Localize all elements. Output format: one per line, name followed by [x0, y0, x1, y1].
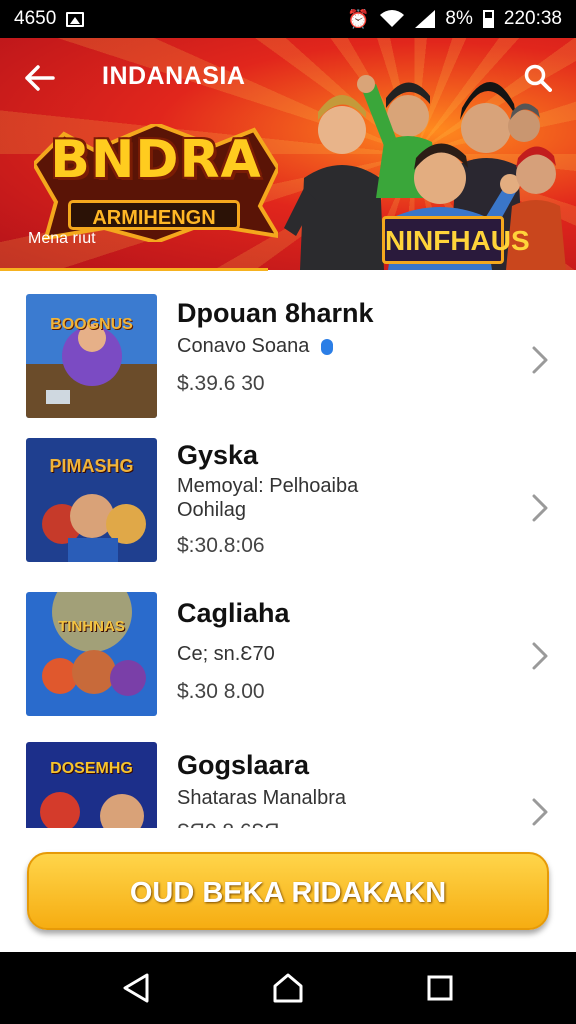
list-item[interactable]: BOOGNUS Dpouan 8harnk Conavo Soana $.39.… — [0, 272, 576, 422]
chevron-right-icon[interactable] — [528, 344, 552, 376]
item-title: Cagliaha — [177, 598, 290, 628]
thumbnail-label: PIMASHG — [49, 456, 134, 476]
nav-recents-icon — [427, 975, 453, 1001]
hero-tab-indicator — [0, 268, 268, 271]
nav-home-icon — [273, 973, 303, 1003]
signal-icon — [415, 10, 436, 28]
back-arrow-icon — [25, 65, 55, 91]
thumbnail-label: TINHNAS — [58, 618, 125, 635]
list-item[interactable]: PIMASHG Gyska Memoyal: Pelhoaiba Oohilag… — [0, 422, 576, 572]
item-subtitle: Shataras Manalbra — [177, 787, 346, 809]
hero-caption: Mena rıut — [28, 230, 96, 247]
item-subtitle-line: Conavo Soana — [177, 335, 310, 357]
item-subtitle: Memoyal: Pelhoaiba Oohilag — [177, 474, 358, 522]
hero-banner: INDANASIA BNDRA ARMIHENGN NINFHAUS Mena … — [0, 38, 576, 270]
game-thumbnail[interactable]: PIMASHG — [26, 438, 157, 562]
thumbnail-art-icon — [26, 592, 157, 716]
status-time: 220:38 — [503, 8, 562, 29]
nav-back-icon — [123, 973, 149, 1003]
item-subtitle: Ce; sn.Ɛ70 — [177, 643, 275, 665]
status-left-text: 4650 — [14, 8, 57, 29]
image-icon — [66, 11, 85, 27]
nav-back-button[interactable] — [116, 968, 156, 1008]
back-button[interactable] — [22, 60, 58, 96]
item-price: $.30 8.00 — [177, 680, 265, 703]
item-price: $.39.6 30 — [177, 372, 265, 395]
game-thumbnail[interactable]: TINHNAS — [26, 592, 157, 716]
thumbnail-label: DOSEMHG — [50, 760, 133, 777]
logo-sub-text: ARMIHENGN — [68, 200, 240, 230]
item-subtitle-line: Oohilag — [177, 499, 246, 521]
alarm-icon: ⏰ — [346, 8, 370, 29]
battery-icon — [482, 10, 494, 28]
nav-recents-button[interactable] — [420, 968, 460, 1008]
item-title: Dpouan 8harnk — [177, 298, 374, 328]
item-title: Gogslaara — [177, 750, 310, 780]
list-item[interactable]: DOSEMHG Gogslaara Shataras Manalbra ƐЯ0 … — [0, 728, 576, 828]
chevron-right-icon[interactable] — [528, 796, 552, 828]
primary-cta-button[interactable]: OUD BEKA RIDAKAKN — [27, 852, 549, 930]
item-title: Gyska — [177, 440, 259, 470]
nav-home-button[interactable] — [268, 968, 308, 1008]
game-logo: BNDRA ARMIHENGN — [34, 124, 278, 242]
system-nav-bar — [0, 952, 576, 1024]
item-subtitle-line: Memoyal: Pelhoaiba — [177, 475, 359, 497]
wifi-icon — [380, 10, 405, 27]
page-title: INDANASIA — [102, 62, 246, 90]
thumbnail-label: BOOGNUS — [50, 316, 133, 333]
hero-badge: NINFHAUS — [382, 216, 530, 264]
chevron-right-icon[interactable] — [528, 640, 552, 672]
chevron-right-icon[interactable] — [528, 492, 552, 524]
item-subtitle: Conavo Soana — [177, 334, 333, 358]
thumbnail-art-icon — [26, 742, 157, 828]
verified-icon — [320, 338, 333, 355]
game-thumbnail[interactable]: DOSEMHG — [26, 742, 157, 828]
status-bar: 4650 ⏰ 8% 220:38 — [0, 0, 576, 38]
thumbnail-art-icon — [26, 294, 157, 418]
logo-main-text: BNDRA — [50, 130, 262, 190]
game-list[interactable]: BOOGNUS Dpouan 8harnk Conavo Soana $.39.… — [0, 272, 576, 828]
list-item[interactable]: TINHNAS Cagliaha Ce; sn.Ɛ70 $.30 8.00 — [0, 578, 576, 728]
game-thumbnail[interactable]: BOOGNUS — [26, 294, 157, 418]
item-price: ƐЯ0 8.6ƐЯ — [177, 820, 279, 828]
battery-percent: 8% — [445, 8, 473, 29]
item-price: $:30.8:06 — [177, 534, 265, 557]
